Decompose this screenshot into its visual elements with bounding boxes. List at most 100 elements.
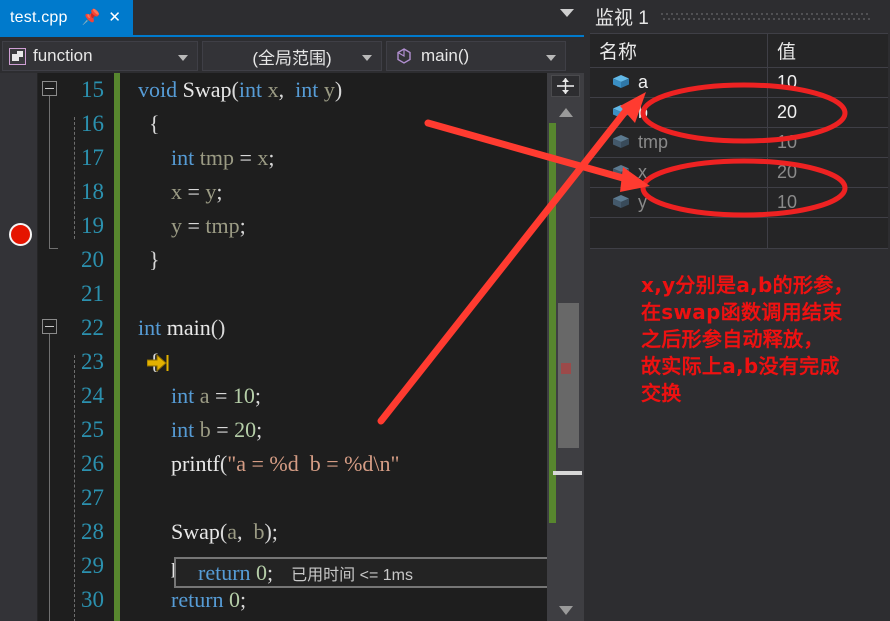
code-line[interactable]: 27 [39,481,547,515]
scope-label: (全局范围) [252,48,332,68]
code-line-text: } [138,247,160,272]
code-line[interactable]: 24 int a = 10; [39,379,547,413]
change-tracking-strip [549,123,556,523]
code-line[interactable]: 25 int b = 20; [39,413,547,447]
scroll-up-icon[interactable] [547,101,584,123]
watch-value-cell[interactable]: 10 [768,188,888,217]
code-line[interactable]: 31 } [39,617,547,621]
line-number: 28 [81,519,104,544]
code-line[interactable]: 23 { [39,345,547,379]
watch-name-cell[interactable]: tmp [590,128,768,157]
annotation-note-line: 故实际上a,b没有完成 [641,354,840,378]
watch-new-expression-row[interactable] [590,218,888,249]
code-line[interactable]: 30 return 0; [39,583,547,617]
scrollbar-caret-marker [553,471,582,475]
variable-cube-icon [612,164,630,182]
code-line[interactable]: 26 printf("a = %d b = %d\n" [39,447,547,481]
line-number: 16 [81,111,104,136]
watch-name-cell[interactable]: b [590,98,768,127]
line-number: 30 [81,587,104,612]
member-dropdown[interactable]: main() [386,41,566,71]
variable-cube-icon [612,104,630,122]
watch-row[interactable]: y 10 [590,188,888,218]
code-line-text: Swap(a, b); [171,519,278,544]
collapse-toggle-main[interactable] [42,319,57,334]
breakpoint-icon[interactable] [9,223,32,246]
watch-grid[interactable]: 名称 值 a 10 b 20 tmp 10 x 20 y 10 [590,33,888,249]
code-lines: 15 void Swap(int x, int y) 16 {17 int tmp … [39,73,547,621]
watch-title-bar[interactable]: 监视 1 [588,0,890,33]
annotation-note: x,y分别是a,b的形参， 在swap函数调用结束 之后形参自动释放， 故实际上a,b… [641,272,885,407]
code-line[interactable]: 20 } [39,243,547,277]
panel-drag-grip[interactable] [660,10,890,24]
watch-row[interactable]: b 20 [590,98,888,128]
watch-name-cell[interactable]: x [590,158,768,187]
watch-rows: a 10 b 20 tmp 10 x 20 y 10 [590,68,888,249]
code-line[interactable]: 28 Swap(a, b); [39,515,547,549]
watch-name-cell[interactable]: a [590,68,768,97]
variable-cube-icon [612,194,630,212]
scrollbar-thumb[interactable] [558,303,579,448]
elapsed-time-label: 已用时间 <= 1ms [291,566,413,584]
watch-name-label: y [638,192,647,212]
block-guide-swap [49,96,50,248]
line-change-bar [114,277,120,311]
watch-row[interactable]: tmp 10 [590,128,888,158]
code-line[interactable]: 22 int main() [39,311,547,345]
watch-name-label: tmp [638,132,669,152]
watch-value-cell[interactable]: 10 [768,128,888,157]
watch-name-cell[interactable]: y [590,188,768,217]
scope-dropdown[interactable]: (全局范围) [202,41,382,71]
code-text-area[interactable]: 15 void Swap(int x, int y) 16 {17 int tmp … [39,73,547,621]
editor-vertical-scrollbar[interactable] [547,73,584,621]
column-header-value[interactable]: 值 [768,34,888,67]
line-number: 26 [81,451,104,476]
scope-kind-dropdown[interactable]: function [2,41,198,71]
watch-value-cell[interactable]: 10 [768,68,888,97]
code-line-text: y = tmp; [171,213,246,238]
editor-tab-strip: test.cpp 📌 ✕ [0,0,584,37]
watch-name-cell[interactable] [590,218,768,248]
scrollbar-breakpoint-marker [561,363,571,374]
code-line[interactable]: 16 { [39,107,547,141]
watch-row[interactable]: a 10 [590,68,888,98]
chevron-down-icon [546,55,556,61]
breakpoint-margin[interactable] [0,73,38,621]
watch-row[interactable]: x 20 [590,158,888,188]
line-number: 24 [81,383,104,408]
watch-title-label: 监视 1 [595,8,649,29]
column-header-name[interactable]: 名称 [590,34,768,67]
function-icon [9,47,26,65]
collapse-toggle-swap[interactable] [42,81,57,96]
tab-label: test.cpp [10,8,68,26]
code-line[interactable]: 18 x = y; [39,175,547,209]
line-change-bar [114,481,120,515]
close-icon[interactable]: ✕ [108,10,121,25]
line-number: 17 [81,145,104,170]
annotation-note-line: x,y分别是a,b的形参， [641,273,854,297]
line-number: 21 [81,281,104,306]
watch-value-cell[interactable] [768,218,888,248]
navigation-bar: function (全局范围) main() [0,37,584,73]
code-editor-pane: test.cpp 📌 ✕ function (全局范围) main() 15 v… [0,0,584,621]
watch-name-label: b [638,102,649,122]
code-line-text: { [138,111,160,136]
code-line[interactable]: 19 y = tmp; [39,209,547,243]
execution-pointer-inline-icon [146,353,169,373]
watch-value-cell[interactable]: 20 [768,158,888,187]
code-line[interactable]: 17 int tmp = x; [39,141,547,175]
variable-cube-icon [612,134,630,152]
tab-test-cpp[interactable]: test.cpp 📌 ✕ [0,0,133,35]
chevron-down-icon[interactable] [560,9,574,17]
scroll-down-icon[interactable] [547,599,584,621]
watch-name-label: x [638,162,647,182]
code-line[interactable]: 21 [39,277,547,311]
indent-guide-swap [74,117,75,239]
annotation-note-line: 交换 [641,381,682,405]
code-line-text: x = y; [171,179,223,204]
code-line-text: return 0; [171,587,247,612]
pin-icon[interactable]: 📌 [82,10,101,25]
split-view-icon[interactable] [551,75,580,97]
code-line[interactable]: 15 void Swap(int x, int y) [39,73,547,107]
watch-value-cell[interactable]: 20 [768,98,888,127]
